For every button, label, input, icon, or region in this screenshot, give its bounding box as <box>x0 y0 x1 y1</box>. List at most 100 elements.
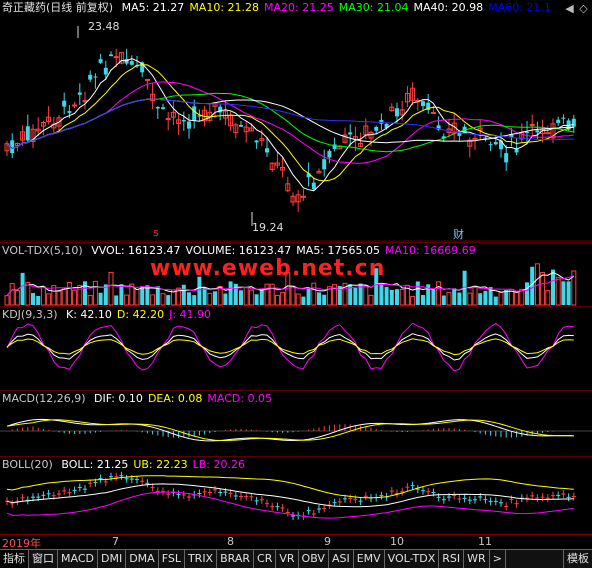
kdj-header: KDJ(9,3,3) K: 42.10 D: 42.20 J: 41.90 <box>2 307 221 323</box>
volume-bar <box>140 286 145 305</box>
kdj-line-2 <box>6 338 574 356</box>
tab-6[interactable]: TRIX <box>185 550 218 568</box>
diamond-icon[interactable]: ◇ <box>577 2 590 15</box>
volume-bar <box>66 281 72 306</box>
price-candle <box>161 103 165 110</box>
tab-15[interactable]: WR <box>464 550 490 568</box>
scroll-left-icon[interactable]: ◀ <box>563 2 576 15</box>
ma-line-30 <box>6 92 574 153</box>
macd-panel[interactable]: MACD(12,26,9) DIF: 0.10 DEA: 0.08 MACD: 0.… <box>0 390 592 457</box>
volume-bar <box>87 294 93 306</box>
tab-13[interactable]: VOL-TDX <box>385 550 440 568</box>
tab-2[interactable]: MACD <box>58 550 98 568</box>
template-tab[interactable]: 模板 <box>563 550 592 568</box>
boll-panel[interactable]: BOLL(20) BOLL: 21.25 UB: 22.23 LB: 20.26 <box>0 456 592 535</box>
tab-1[interactable]: 窗口 <box>29 550 58 568</box>
event-mark-s[interactable]: s <box>153 226 159 239</box>
boll-value-0: BOLL: 21.25 <box>61 458 129 471</box>
price-candle <box>467 137 473 158</box>
tab-5[interactable]: FSL <box>159 550 185 568</box>
volume-bar <box>108 271 114 306</box>
price-candle <box>30 124 36 149</box>
price-candle <box>290 192 296 207</box>
volume-bar <box>264 283 270 306</box>
volume-bar <box>368 294 374 306</box>
volume-bar <box>457 292 462 305</box>
ma-label-0: MA5: 21.27 <box>121 1 185 14</box>
volume-bar <box>446 291 452 306</box>
volume-bar <box>478 293 483 305</box>
tab-7[interactable]: BRAR <box>217 550 255 568</box>
price-chart <box>0 26 592 242</box>
price-candle <box>561 114 566 124</box>
price-candle <box>529 114 535 137</box>
price-candle <box>316 168 322 174</box>
volume-bar <box>363 285 369 306</box>
price-candle <box>62 92 67 115</box>
price-header: 奇正藏药(日线 前复权) MA5: 21.27 MA10: 21.28 MA20: … <box>2 0 561 16</box>
volume-bar <box>379 283 384 305</box>
volume-bar <box>40 286 46 306</box>
volume-bar <box>31 293 35 305</box>
price-candle <box>228 111 234 131</box>
event-mark-cai[interactable]: 财 <box>453 226 464 242</box>
price-candle <box>342 127 348 144</box>
volume-bar <box>207 292 213 306</box>
volume-bar <box>389 289 394 305</box>
boll-line-2 <box>6 491 574 519</box>
volume-bar <box>124 294 130 306</box>
tab-11[interactable]: ASI <box>329 550 354 568</box>
volume-bar <box>295 293 301 306</box>
tab-16[interactable]: > <box>490 550 506 568</box>
volume-bar <box>92 280 98 306</box>
price-panel[interactable]: 奇正藏药(日线 前复权) MA5: 21.27 MA10: 21.28 MA20: … <box>0 0 592 242</box>
kdj-value-0: K: 42.10 <box>66 308 112 321</box>
tab-14[interactable]: RSI <box>439 550 465 568</box>
price-candle <box>109 51 113 57</box>
volume-bar <box>452 288 457 305</box>
volume-bar <box>306 287 311 305</box>
price-candle <box>25 114 30 142</box>
price-candle <box>187 113 191 139</box>
tab-12[interactable]: EMV <box>354 550 385 568</box>
volume-bar <box>269 283 275 306</box>
ma-line-20 <box>6 81 574 164</box>
price-candle <box>254 140 259 149</box>
boll-header: BOLL(20) BOLL: 21.25 UB: 22.23 LB: 20.26 <box>2 457 255 473</box>
price-candle <box>514 138 519 156</box>
price-candle <box>472 133 478 151</box>
volume-bar <box>98 292 103 305</box>
tab-8[interactable]: CR <box>254 550 277 568</box>
tab-4[interactable]: DMA <box>126 550 159 568</box>
kdj-value-1: D: 42.20 <box>116 308 165 321</box>
price-candle <box>327 149 332 164</box>
price-candle <box>504 145 509 171</box>
boll-title: BOLL(20) <box>2 458 53 471</box>
macd-value-1: DEA: 0.08 <box>147 392 203 405</box>
tab-0[interactable]: 指标 <box>0 550 29 568</box>
volume-bar <box>311 282 317 306</box>
ma-label-3: MA30: 21.04 <box>338 1 409 14</box>
price-candle <box>207 104 213 123</box>
boll-value-2: LB: 20.26 <box>192 458 245 471</box>
volume-bar <box>384 287 389 305</box>
volume-bar <box>243 287 249 306</box>
tab-9[interactable]: VR <box>276 550 299 568</box>
price-candle <box>243 120 249 143</box>
price-candle <box>176 114 182 136</box>
price-candle <box>332 137 337 152</box>
price-candle <box>46 106 52 125</box>
volume-value-3: MA10: 16669.69 <box>385 244 476 257</box>
tab-3[interactable]: DMI <box>98 550 127 568</box>
macd-value-0: DIF: 0.10 <box>94 392 143 405</box>
volume-bar <box>353 287 358 305</box>
indicator-tab-bar: 指标 窗口 MACD DMI DMA FSL TRIX BRAR CR VR OBV ASI EMV VO… <box>0 549 592 568</box>
price-candle <box>389 103 395 112</box>
volume-bar <box>4 295 10 306</box>
price-candle <box>93 73 98 89</box>
kdj-panel[interactable]: KDJ(9,3,3) K: 42.10 D: 42.20 J: 41.90 <box>0 306 592 391</box>
tab-10[interactable]: OBV <box>299 550 329 568</box>
volume-bar <box>72 290 78 306</box>
ma-label-2: MA20: 21.25 <box>264 1 334 14</box>
price-candle <box>410 82 416 106</box>
